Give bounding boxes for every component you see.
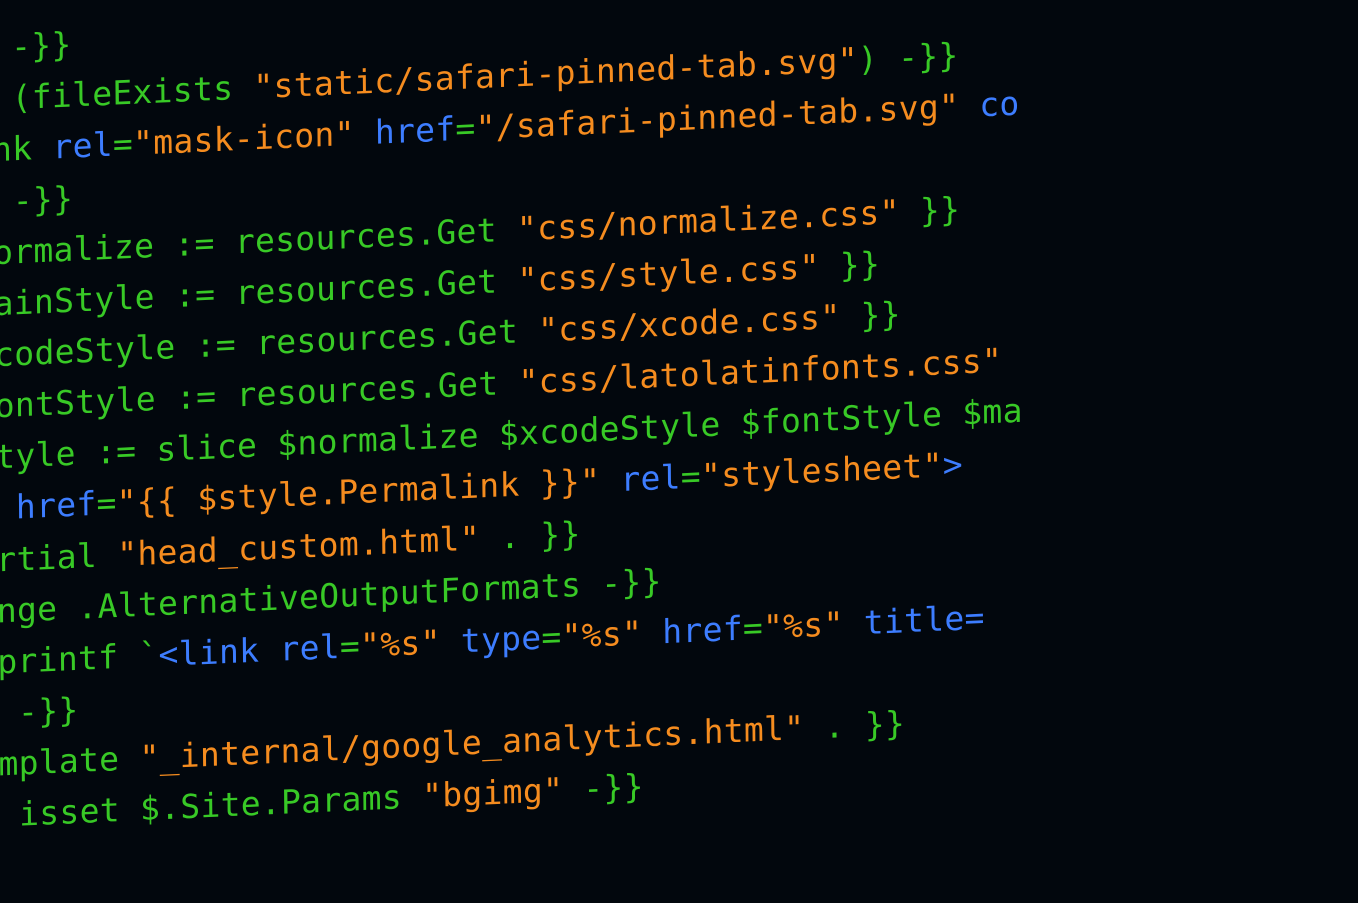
code-token: ink	[0, 128, 53, 171]
code-attr: rel	[600, 458, 681, 501]
code-attr: href	[642, 608, 743, 652]
code-string: "/safari-pinned-tab.svg"	[475, 87, 959, 148]
code-token: d -}}	[0, 178, 73, 222]
code-token: . }}	[804, 703, 905, 747]
code-token: f (fileExists	[0, 68, 254, 120]
code-string: "head_custom.html"	[117, 518, 480, 573]
code-token: =	[455, 109, 476, 149]
code-token: artial	[0, 534, 117, 579]
code-string: "%s"	[561, 613, 642, 656]
code-string: "stylesheet"	[701, 446, 943, 496]
code-token: =	[743, 608, 764, 648]
code-token: . }}	[480, 513, 581, 557]
code-token: =	[340, 626, 361, 666]
code-string: "bgimg"	[422, 770, 563, 815]
code-token: =	[681, 457, 702, 497]
code-token: f isset $.Site.Params	[0, 777, 422, 836]
code-token: k	[0, 488, 16, 529]
code-string: "css/latolatinfonts.css"	[518, 341, 1002, 402]
code-token: =	[113, 124, 134, 164]
code-token: printf `	[0, 635, 159, 682]
code-attr: type	[440, 618, 541, 662]
code-string: "_internal/google_analytics.html"	[139, 708, 804, 777]
code-token: }}	[819, 244, 880, 286]
code-editor-viewport: d -}} f (fileExists "static/safari-pinne…	[0, 0, 1027, 842]
code-token: emplate	[0, 738, 140, 784]
code-attr: href	[354, 110, 455, 154]
code-token: =	[541, 617, 562, 657]
code-string: "css/normalize.css"	[517, 192, 900, 248]
code-token: d -}}	[0, 690, 79, 734]
code-attr: title=	[843, 597, 984, 642]
code-string: "mask-icon"	[133, 114, 355, 163]
code-tag: <link	[158, 629, 279, 674]
code-token: =	[96, 483, 117, 523]
code-token: d -}}	[0, 25, 72, 69]
code-token: -}}	[563, 767, 644, 810]
code-token: }}	[840, 294, 901, 336]
code-token: }}	[900, 189, 961, 231]
code-string: "css/xcode.css"	[538, 297, 841, 350]
code-string: "%s"	[763, 604, 844, 647]
code-attr: rel	[279, 627, 340, 669]
code-attr: co	[959, 84, 1020, 126]
code-string: "{{ $style.Permalink }}"	[116, 461, 600, 522]
code-token: >	[943, 445, 964, 485]
code-string: "css/style.css"	[517, 247, 820, 300]
code-token: ) -}}	[858, 36, 959, 80]
code-string: "%s"	[360, 622, 441, 665]
code-attr: href	[16, 484, 97, 527]
code-attr: rel	[52, 125, 113, 167]
